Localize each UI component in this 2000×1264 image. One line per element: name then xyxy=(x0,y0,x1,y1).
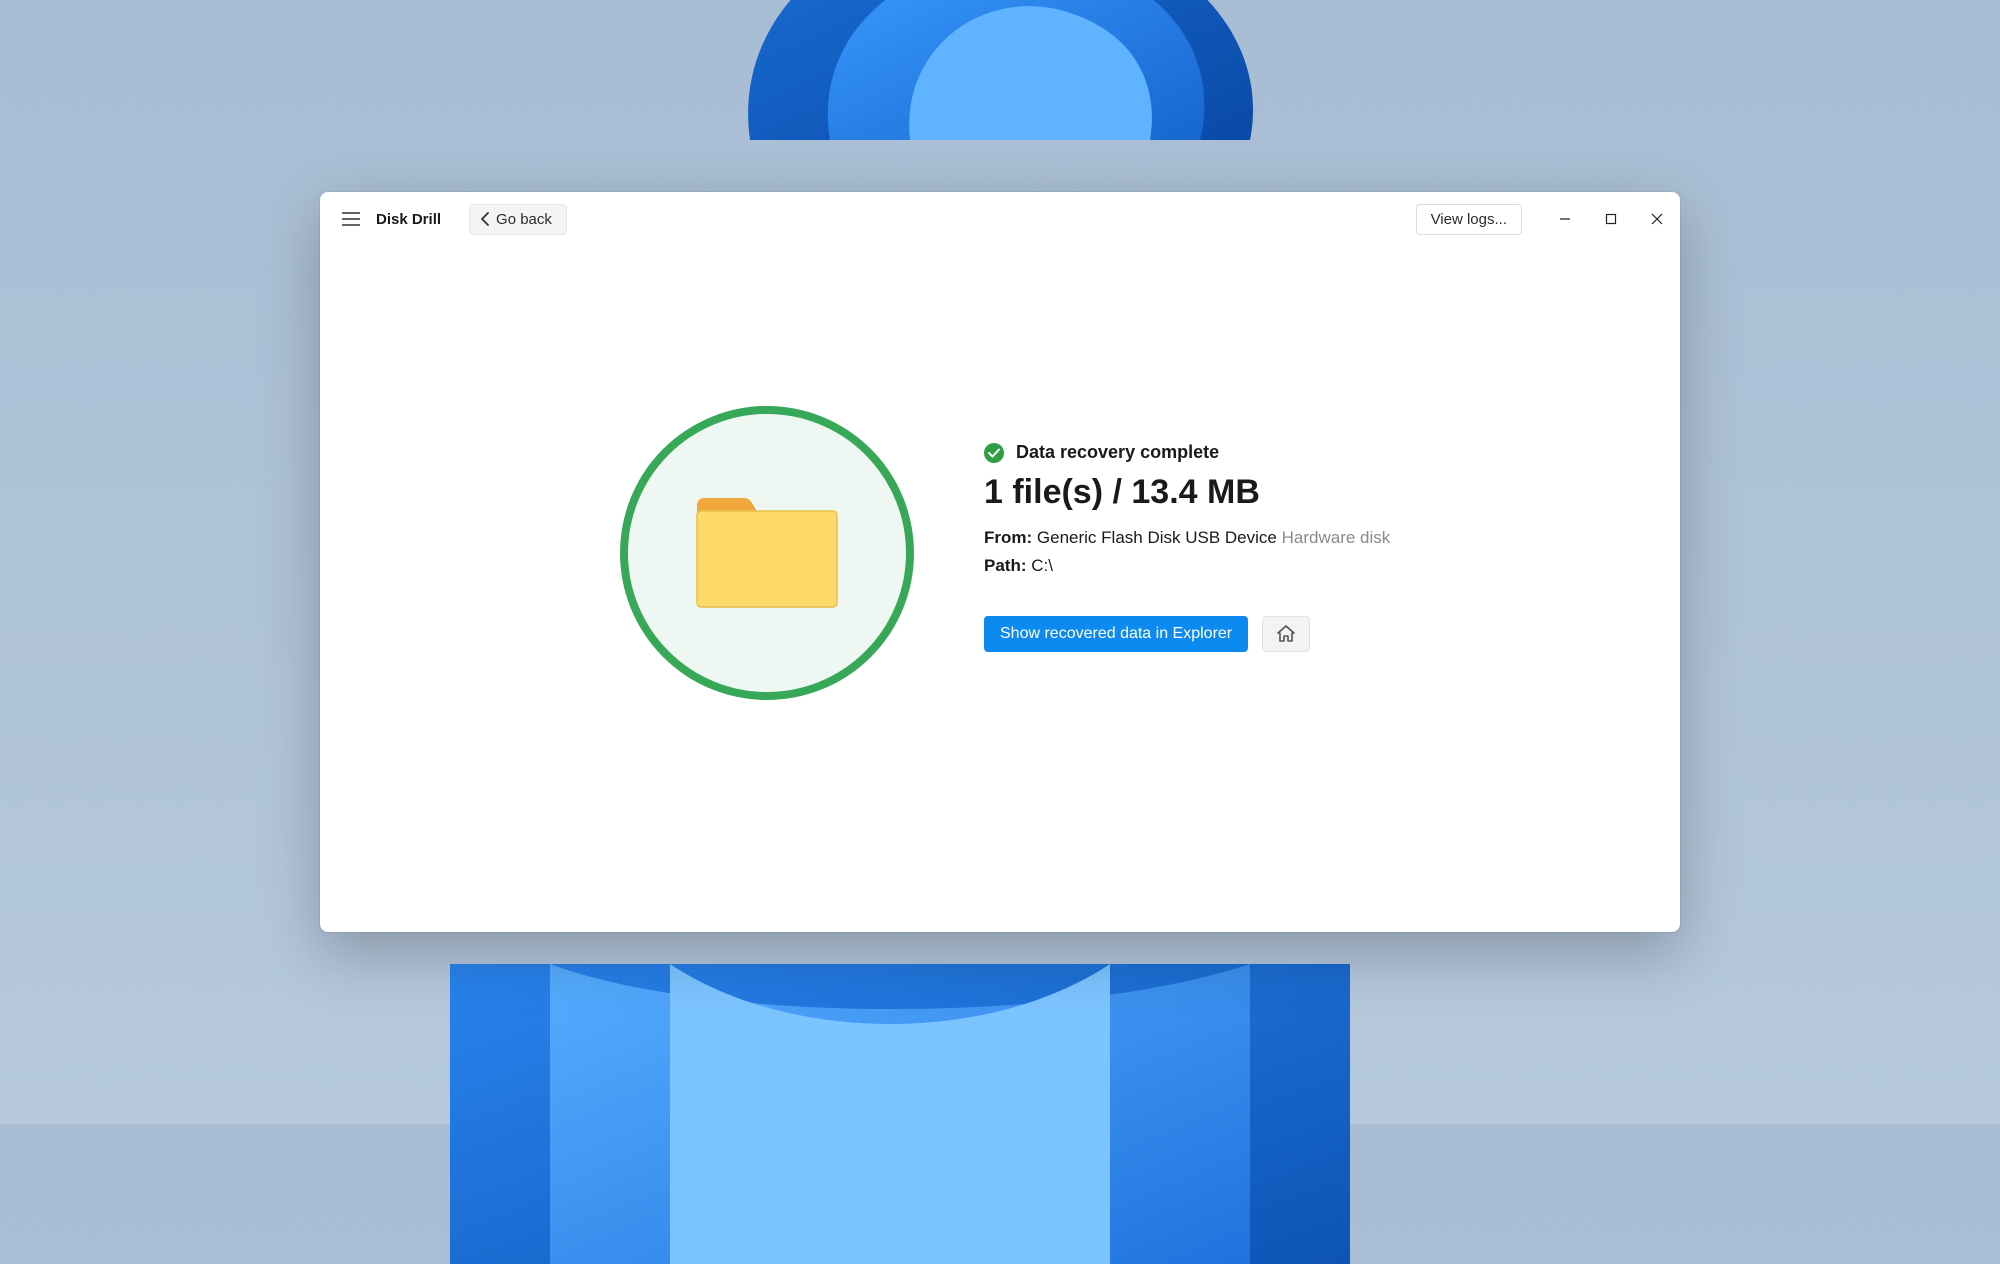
minimize-icon xyxy=(1559,213,1571,225)
maximize-icon xyxy=(1605,213,1617,225)
action-row: Show recovered data in Explorer xyxy=(984,616,1390,652)
from-device: Generic Flash Disk USB Device xyxy=(1037,528,1277,547)
chevron-left-icon xyxy=(480,212,490,226)
folder-icon xyxy=(692,493,842,613)
desktop-bloom-bottom xyxy=(450,964,1350,1264)
from-type: Hardware disk xyxy=(1282,528,1391,547)
view-logs-button[interactable]: View logs... xyxy=(1416,204,1522,235)
home-icon xyxy=(1276,624,1296,644)
path-row: Path: C:\ xyxy=(984,556,1390,576)
hamburger-icon xyxy=(342,212,360,226)
menu-button[interactable] xyxy=(334,202,368,236)
close-button[interactable] xyxy=(1634,192,1680,246)
close-icon xyxy=(1651,213,1663,225)
from-row: From: Generic Flash Disk USB Device Hard… xyxy=(984,528,1390,548)
desktop-bloom-top xyxy=(690,0,1310,140)
content-area: Data recovery complete 1 file(s) / 13.4 … xyxy=(320,246,1680,932)
home-button[interactable] xyxy=(1262,616,1310,652)
go-back-button[interactable]: Go back xyxy=(469,204,567,235)
path-label: Path: xyxy=(984,556,1027,575)
app-window: Disk Drill Go back View logs... xyxy=(320,192,1680,932)
app-title: Disk Drill xyxy=(376,211,441,228)
show-recovered-button[interactable]: Show recovered data in Explorer xyxy=(984,616,1248,652)
go-back-label: Go back xyxy=(496,211,552,228)
minimize-button[interactable] xyxy=(1542,192,1588,246)
titlebar: Disk Drill Go back View logs... xyxy=(320,192,1680,246)
result-headline: 1 file(s) / 13.4 MB xyxy=(984,473,1390,512)
result-info: Data recovery complete 1 file(s) / 13.4 … xyxy=(984,406,1390,652)
result-illustration xyxy=(620,406,914,700)
status-text: Data recovery complete xyxy=(1016,442,1219,463)
status-row: Data recovery complete xyxy=(984,442,1390,463)
from-label: From: xyxy=(984,528,1032,547)
window-controls xyxy=(1542,192,1680,246)
success-check-icon xyxy=(984,443,1004,463)
path-value: C:\ xyxy=(1031,556,1053,575)
maximize-button[interactable] xyxy=(1588,192,1634,246)
